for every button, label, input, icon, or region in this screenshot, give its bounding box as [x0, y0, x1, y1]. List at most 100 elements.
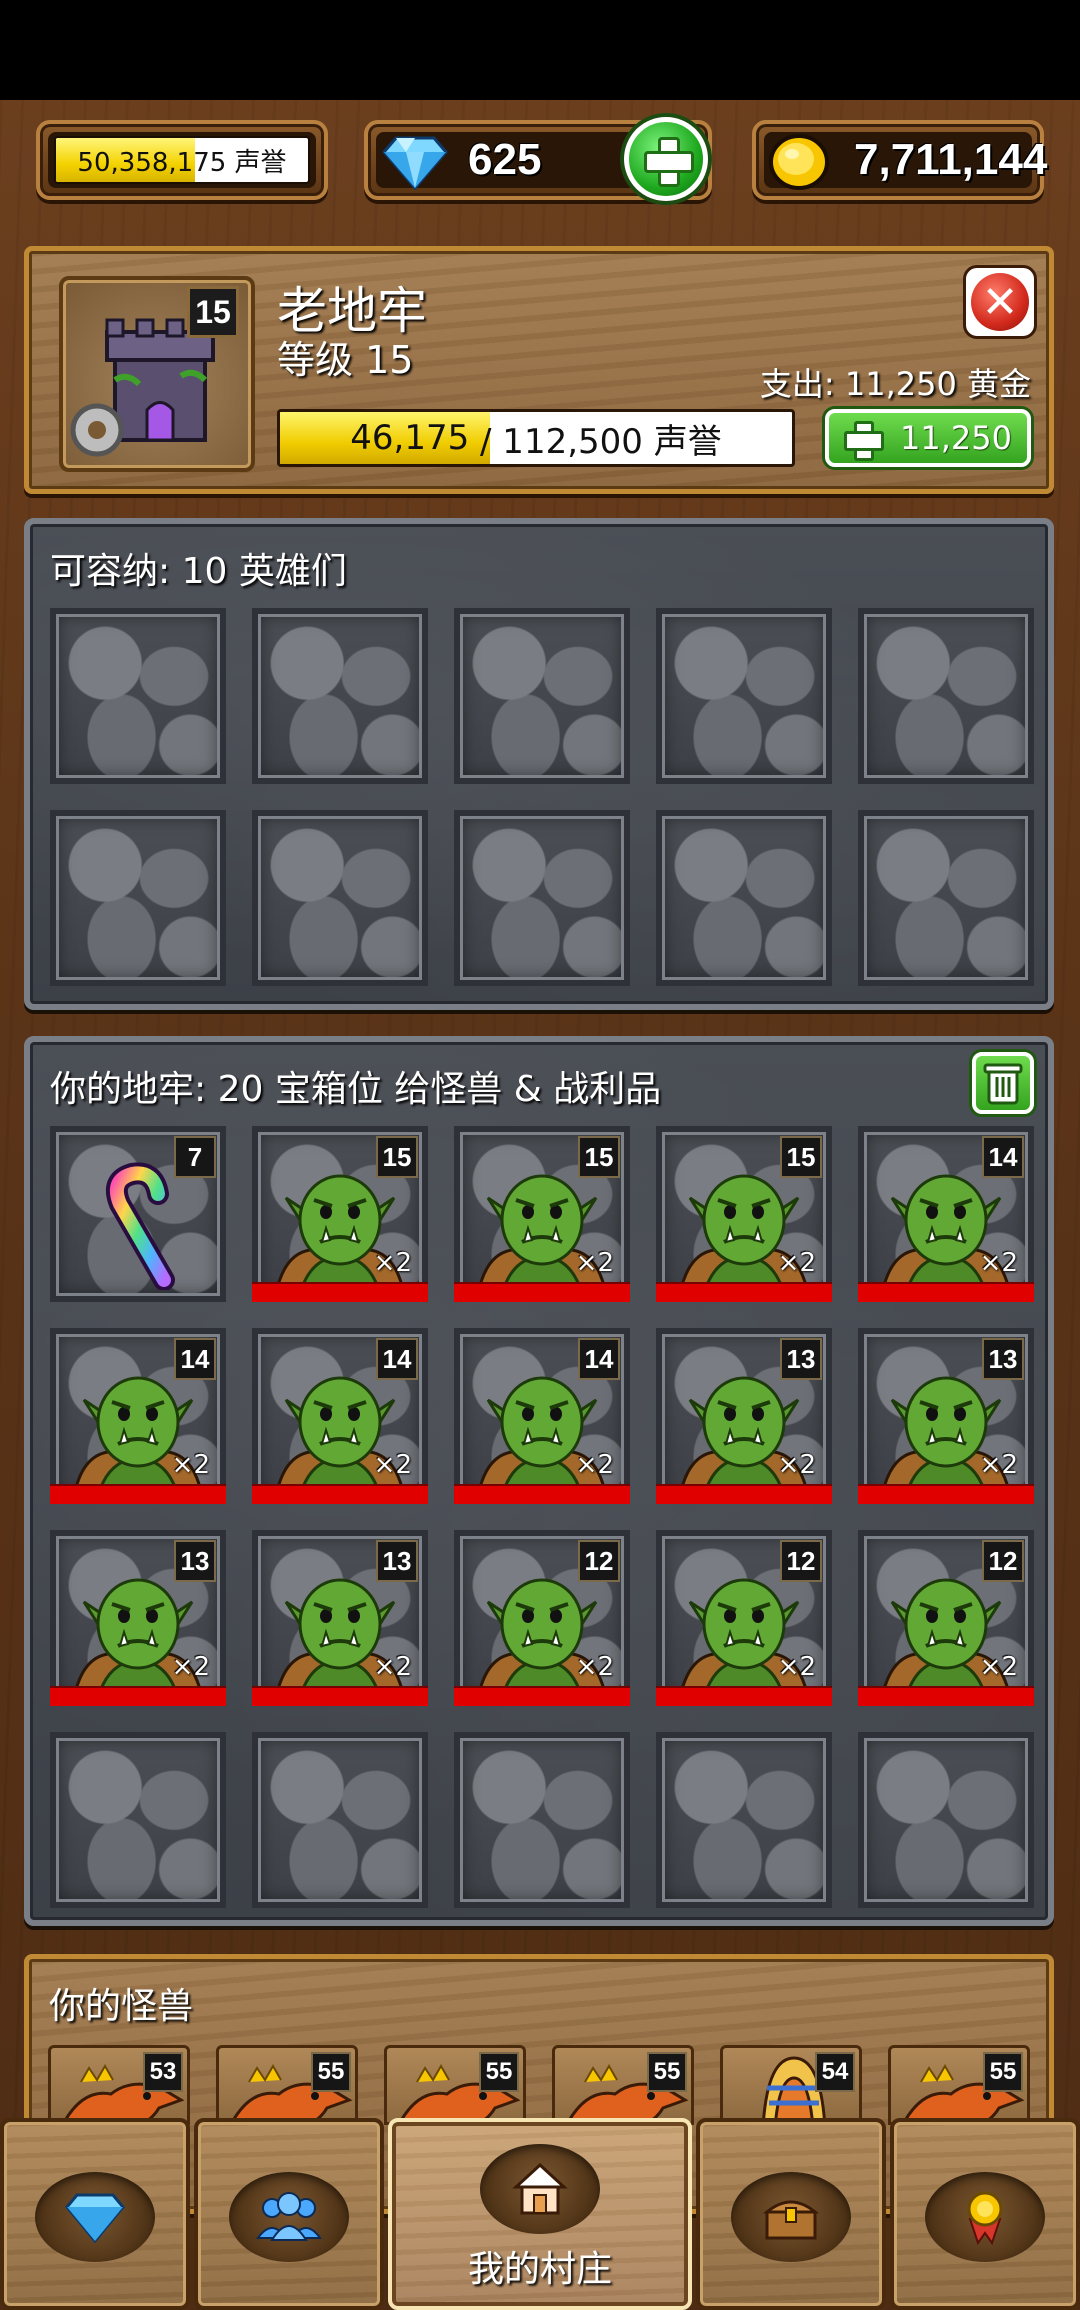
hero-slot[interactable]	[454, 810, 630, 986]
health-bar	[454, 1484, 630, 1504]
health-bar	[656, 1282, 832, 1302]
health-bar	[454, 1282, 630, 1302]
monster-card[interactable]: 55	[552, 2045, 694, 2125]
monster-card[interactable]: 55	[888, 2045, 1030, 2125]
hero-slot[interactable]	[858, 608, 1034, 784]
item-level-badge: 7	[174, 1136, 216, 1178]
candy-cane-icon	[106, 1162, 175, 1290]
hero-slot[interactable]	[50, 810, 226, 986]
health-bar	[252, 1282, 428, 1302]
orc-monster-slot[interactable]: ×2 13	[252, 1530, 428, 1706]
monster-card[interactable]: 55	[384, 2045, 526, 2125]
health-bar	[656, 1484, 832, 1504]
empty-slot[interactable]	[50, 1732, 226, 1908]
status-bar-area	[0, 0, 1080, 100]
monster-level-badge: 55	[311, 2052, 351, 2092]
orc-monster-slot[interactable]: ×2 15	[656, 1126, 832, 1302]
orc-monster-slot[interactable]: ×2 14	[50, 1328, 226, 1504]
orc-monster-slot[interactable]: ×2 14	[252, 1328, 428, 1504]
monster-count: ×2	[575, 1248, 614, 1278]
monster-card[interactable]: 55	[216, 2045, 358, 2125]
close-button[interactable]: ✕	[963, 265, 1037, 339]
hero-slot[interactable]	[454, 608, 630, 784]
monster-count: ×2	[979, 1450, 1018, 1480]
health-bar	[454, 1686, 630, 1706]
monster-card[interactable]: 54	[720, 2045, 862, 2125]
hero-slot[interactable]	[656, 608, 832, 784]
orc-monster-slot[interactable]: ×2 12	[656, 1530, 832, 1706]
health-bar	[656, 1686, 832, 1706]
monster-level-badge: 54	[815, 2052, 855, 2092]
orc-monster-slot[interactable]: ×2 13	[858, 1328, 1034, 1504]
dungeon-panel: 你的地牢: 20 宝箱位 给怪兽 & 战利品 7 ×2 15 ×2 15 ×2 15 ×2 14…	[24, 1036, 1054, 1926]
health-bar	[252, 1484, 428, 1504]
item-level-badge: 14	[578, 1338, 620, 1380]
empty-slot[interactable]	[656, 1732, 832, 1908]
reputation-progress-bar: 46,175 / 112,500 声誉	[277, 409, 795, 467]
orc-monster-slot[interactable]: ×2 13	[656, 1328, 832, 1504]
diamond-icon	[65, 2193, 125, 2243]
nav-achievements-button[interactable]	[890, 2118, 1080, 2310]
health-bar	[858, 1282, 1034, 1302]
resource-bar: 50,358,175 声誉 625 7,711,144	[0, 100, 1080, 210]
upgrade-button[interactable]: 11,250	[825, 409, 1031, 467]
gold-coin-icon	[769, 134, 829, 190]
nav-gems-button[interactable]	[0, 2118, 190, 2310]
orc-monster-slot[interactable]: ×2 15	[252, 1126, 428, 1302]
orc-monster-slot[interactable]: ×2 15	[454, 1126, 630, 1302]
monster-count: ×2	[575, 1450, 614, 1480]
empty-slot[interactable]	[858, 1732, 1034, 1908]
monster-count: ×2	[777, 1248, 816, 1278]
orc-monster-slot[interactable]: ×2 14	[454, 1328, 630, 1504]
item-level-badge: 12	[982, 1540, 1024, 1582]
hero-slot[interactable]	[50, 608, 226, 784]
nav-village-button[interactable]: 我的村庄	[388, 2118, 692, 2310]
monster-level-badge: 55	[479, 2052, 519, 2092]
monster-level-badge: 55	[647, 2052, 687, 2092]
nav-village-label: 我的村庄	[467, 2249, 612, 2290]
people-icon	[256, 2192, 322, 2241]
monster-count: ×2	[373, 1248, 412, 1278]
heroes-capacity-title: 可容纳: 10 英雄们	[50, 551, 347, 592]
empty-slot[interactable]	[454, 1732, 630, 1908]
reputation-bar: 50,358,175 声誉	[54, 136, 310, 184]
orc-monster-slot[interactable]: ×2 12	[858, 1530, 1034, 1706]
monster-count: ×2	[171, 1652, 210, 1682]
hero-slot[interactable]	[252, 810, 428, 986]
bottom-navigation: 我的村庄	[0, 2118, 1080, 2310]
monster-count: ×2	[171, 1450, 210, 1480]
hero-slot[interactable]	[858, 810, 1034, 986]
monster-card[interactable]: 53	[48, 2045, 190, 2125]
upgrade-cost: 11,250	[900, 419, 1012, 457]
gold-display: 7,711,144	[752, 120, 1048, 200]
buy-gems-button[interactable]	[624, 117, 708, 201]
orc-monster-slot[interactable]: ×2 14	[858, 1126, 1034, 1302]
gems-value: 625	[468, 135, 542, 184]
item-level-badge: 15	[780, 1136, 822, 1178]
hero-slot[interactable]	[656, 810, 832, 986]
item-level-badge: 12	[578, 1540, 620, 1582]
empty-slot[interactable]	[252, 1732, 428, 1908]
monster-count: ×2	[979, 1248, 1018, 1278]
health-bar	[252, 1686, 428, 1706]
progress-total: / 112,500 声誉	[480, 421, 722, 462]
item-level-badge: 14	[174, 1338, 216, 1380]
progress-current: 46,175	[350, 418, 470, 458]
nav-heroes-button[interactable]	[194, 2118, 384, 2310]
nav-chest-button[interactable]	[696, 2118, 886, 2310]
item-level-badge: 13	[780, 1338, 822, 1380]
trash-button[interactable]	[972, 1052, 1034, 1114]
loot-slot[interactable]: 7	[50, 1126, 226, 1302]
gold-value: 7,711,144	[854, 135, 1048, 184]
orc-monster-slot[interactable]: ×2 13	[50, 1530, 226, 1706]
hero-slot[interactable]	[252, 608, 428, 784]
chest-icon	[762, 2200, 820, 2240]
health-bar	[50, 1484, 226, 1504]
monster-count: ×2	[979, 1652, 1018, 1682]
plus-icon	[644, 137, 694, 187]
house-icon	[512, 2162, 568, 2215]
item-level-badge: 13	[174, 1540, 216, 1582]
monster-level-badge: 55	[983, 2052, 1023, 2092]
orc-monster-slot[interactable]: ×2 12	[454, 1530, 630, 1706]
monster-count: ×2	[373, 1450, 412, 1480]
